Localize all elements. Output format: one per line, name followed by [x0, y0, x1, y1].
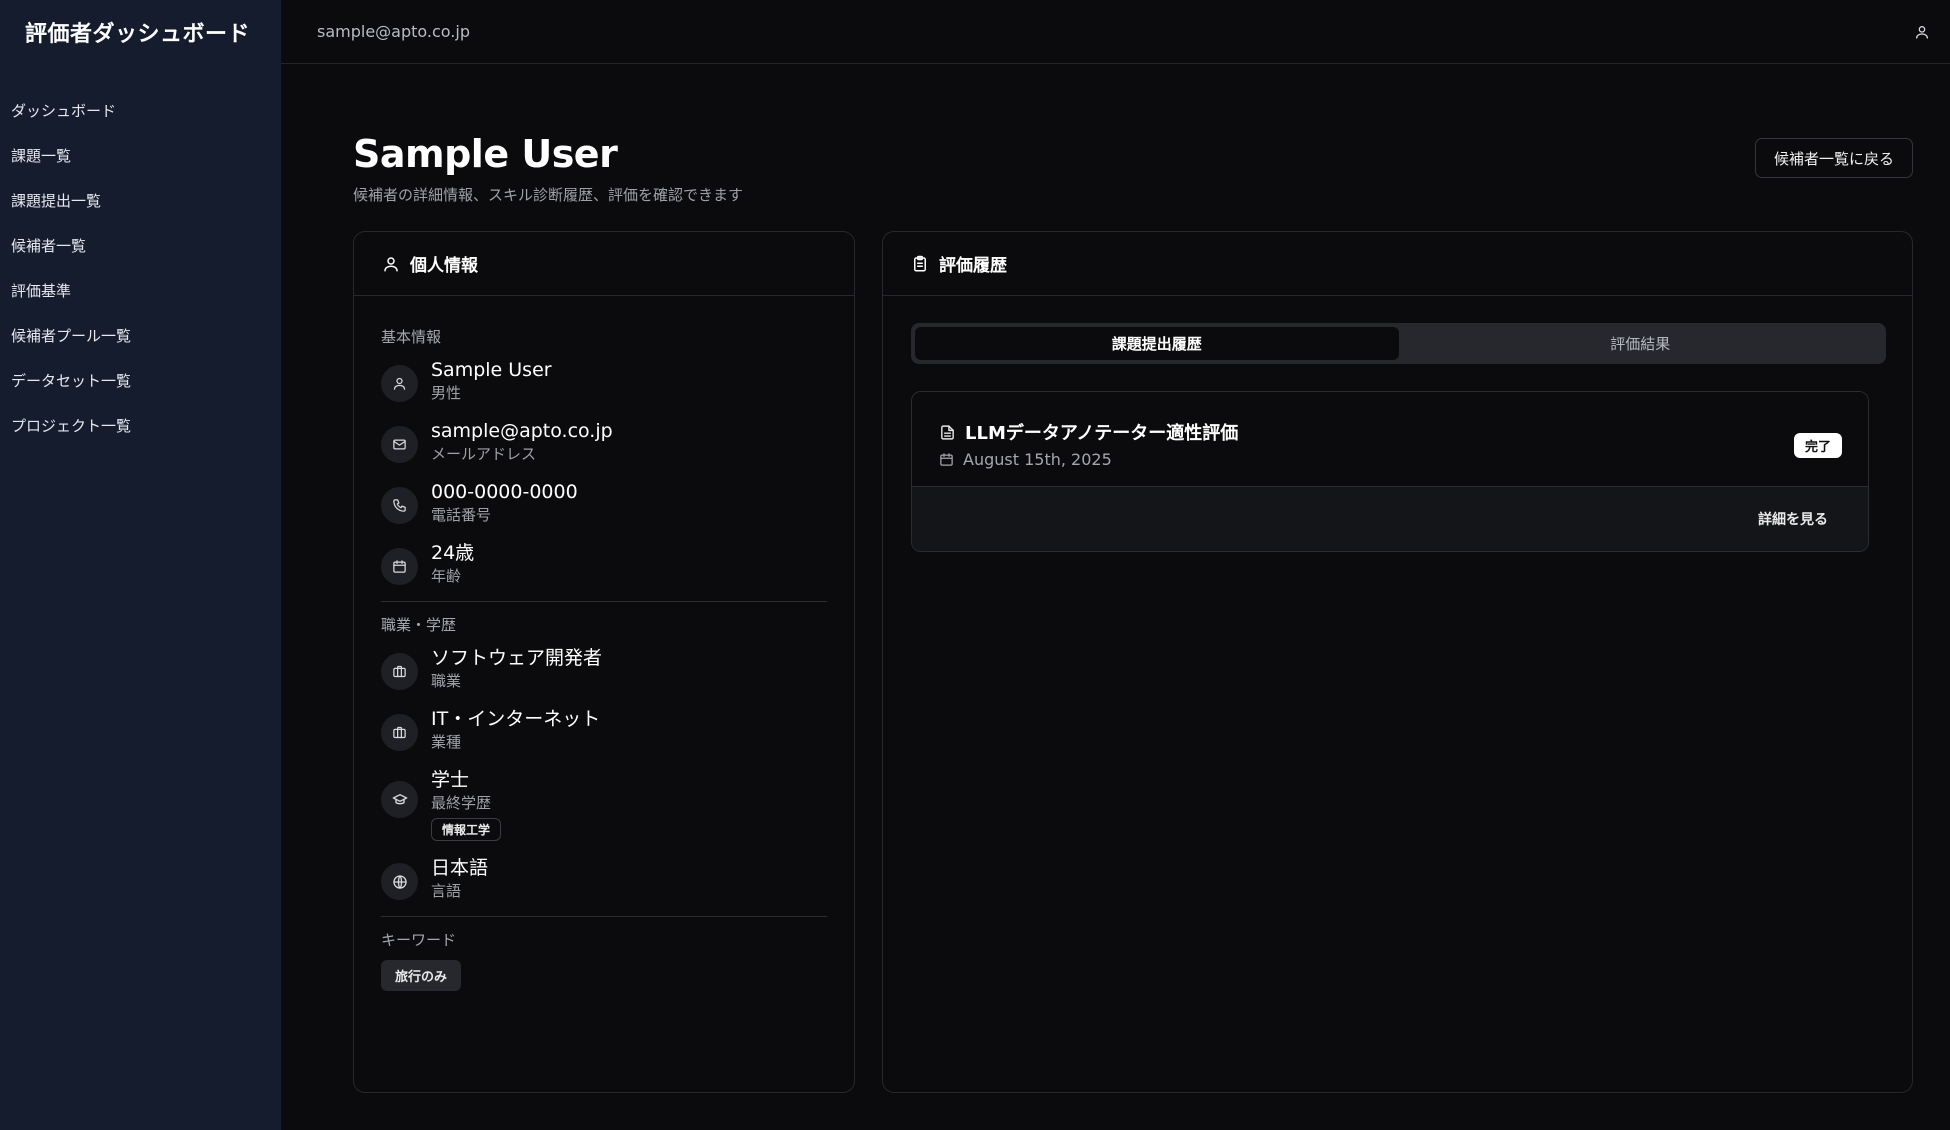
briefcase-icon	[381, 714, 418, 751]
briefcase-icon	[381, 653, 418, 690]
tab-submission-history[interactable]: 課題提出履歴	[915, 327, 1399, 360]
globe-icon	[381, 863, 418, 900]
personal-info-title: 個人情報	[410, 256, 478, 276]
info-sub: メールアドレス	[431, 445, 537, 463]
history-tabs: 課題提出履歴 評価結果	[911, 323, 1886, 364]
major-tag: 情報工学	[431, 818, 502, 841]
info-row-occupation: ソフトウェア開発者 職業	[381, 645, 827, 692]
sidebar-item-candidate-pools[interactable]: 候補者プール一覧	[0, 313, 281, 358]
info-value: IT・インターネット	[431, 708, 601, 730]
sidebar: 評価者ダッシュボード ダッシュボード 課題一覧 課題提出一覧 候補者一覧 評価基…	[0, 0, 281, 1130]
phone-icon	[381, 487, 418, 524]
info-value: sample@apto.co.jp	[431, 420, 613, 442]
file-text-icon	[939, 424, 956, 441]
info-sub: 最終学歴	[431, 794, 492, 812]
info-value: 日本語	[431, 857, 489, 879]
user-icon	[382, 255, 400, 273]
back-to-candidates-button[interactable]: 候補者一覧に戻る	[1754, 138, 1913, 178]
info-sub: 業種	[431, 733, 462, 751]
info-row-name: Sample User 男性	[381, 357, 827, 404]
page-title: Sample User	[353, 132, 618, 176]
brand-title: 評価者ダッシュボード	[25, 22, 251, 47]
keywords-label: キーワード	[381, 931, 457, 949]
info-row-phone: 000-0000-0000 電話番号	[381, 479, 827, 526]
evaluation-history-header: 評価履歴	[883, 232, 1912, 296]
info-value: 24歳	[431, 542, 475, 564]
info-row-industry: IT・インターネット 業種	[381, 706, 827, 753]
sidebar-item-datasets[interactable]: データセット一覧	[0, 358, 281, 403]
sidebar-item-criteria[interactable]: 評価基準	[0, 268, 281, 313]
basic-info-label: 基本情報	[381, 328, 442, 346]
calendar-icon	[381, 548, 418, 585]
keyword-badge: 旅行のみ	[381, 960, 462, 991]
page-subtitle: 候補者の詳細情報、スキル診断履歴、評価を確認できます	[353, 186, 744, 204]
personal-info-header: 個人情報	[354, 232, 854, 296]
view-details-link[interactable]: 詳細を見る	[1758, 509, 1828, 529]
sidebar-item-projects[interactable]: プロジェクト一覧	[0, 403, 281, 448]
divider	[381, 916, 827, 917]
main-content: Sample User 候補者の詳細情報、スキル診断履歴、評価を確認できます 候…	[281, 64, 1950, 1130]
topbar: sample@apto.co.jp	[281, 0, 1950, 64]
info-row-age: 24歳 年齢	[381, 540, 827, 587]
info-sub: 職業	[431, 672, 462, 690]
user-icon	[1914, 24, 1930, 40]
evaluation-history-title: 評価履歴	[939, 256, 1007, 276]
info-sub: 男性	[431, 384, 462, 402]
sidebar-nav: ダッシュボード 課題一覧 課題提出一覧 候補者一覧 評価基準 候補者プール一覧 …	[0, 88, 281, 448]
mail-icon	[381, 426, 418, 463]
info-value: Sample User	[431, 359, 552, 381]
info-value: ソフトウェア開発者	[431, 647, 603, 669]
user-menu-button[interactable]	[1908, 18, 1936, 46]
info-row-education: 学士 最終学歴 情報工学	[381, 767, 827, 841]
evaluation-history-card: 評価履歴 課題提出履歴 評価結果 LLMデータアノテーター適性評価 August…	[882, 231, 1913, 1093]
task-title: LLMデータアノテーター適性評価	[965, 423, 1239, 444]
user-icon	[381, 365, 418, 402]
topbar-email: sample@apto.co.jp	[317, 22, 470, 41]
sidebar-item-dashboard[interactable]: ダッシュボード	[0, 88, 281, 133]
sidebar-item-tasks[interactable]: 課題一覧	[0, 133, 281, 178]
sidebar-item-submissions[interactable]: 課題提出一覧	[0, 178, 281, 223]
info-sub: 年齢	[431, 567, 462, 585]
career-label: 職業・学歴	[381, 616, 457, 634]
task-submission-card: LLMデータアノテーター適性評価 August 15th, 2025 完了 詳細…	[911, 391, 1869, 552]
tab-evaluation-results[interactable]: 評価結果	[1399, 327, 1883, 360]
info-value: 000-0000-0000	[431, 481, 578, 503]
sidebar-item-candidates[interactable]: 候補者一覧	[0, 223, 281, 268]
graduation-cap-icon	[381, 781, 418, 818]
info-sub: 電話番号	[431, 506, 492, 524]
status-badge: 完了	[1793, 433, 1842, 458]
info-row-language: 日本語 言語	[381, 855, 827, 902]
task-date: August 15th, 2025	[963, 450, 1112, 469]
personal-info-card: 個人情報 基本情報 Sample User 男性 sample@apto.co.…	[353, 231, 855, 1093]
info-value: 学士	[431, 769, 470, 791]
calendar-icon	[939, 452, 954, 467]
info-row-email: sample@apto.co.jp メールアドレス	[381, 418, 827, 465]
divider	[381, 601, 827, 602]
clipboard-icon	[911, 255, 929, 273]
info-sub: 言語	[431, 882, 462, 900]
